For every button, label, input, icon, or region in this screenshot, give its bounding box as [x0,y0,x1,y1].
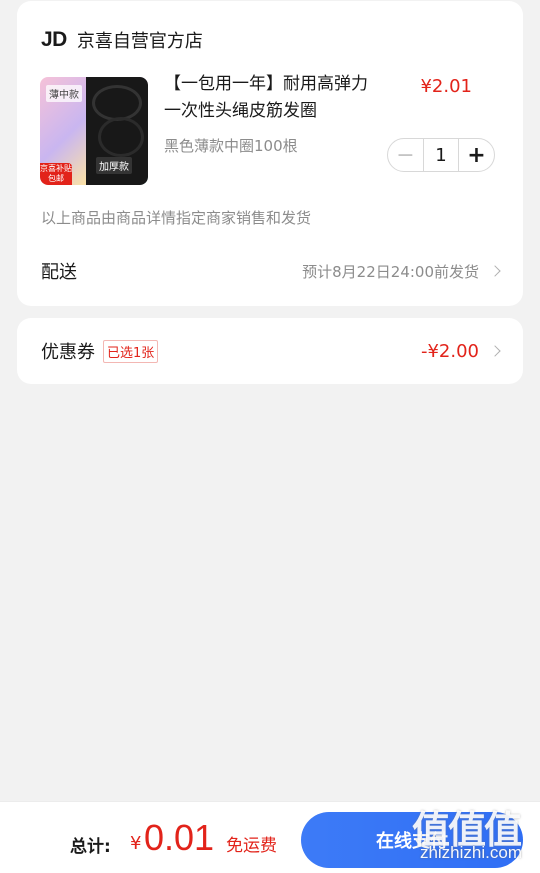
chevron-right-icon [489,345,501,357]
coupon-selected-tag: 已选1张 [103,339,159,363]
product-title[interactable]: 【一包用一年】耐用高弹力一次性头绳皮筋发圈 [164,71,382,125]
seller-note: 以上商品由商品详情指定商家销售和发货 [41,209,312,227]
product-spec: 黑色薄款中圈100根 [164,137,298,155]
store-header[interactable]: JD 京喜自营官方店 [41,27,203,53]
coupon-value: -¥2.00 [420,340,479,362]
coupon-left: 优惠券 已选1张 [41,338,159,364]
plus-icon[interactable]: + [459,139,494,171]
product-image[interactable]: 薄中款 加厚款 京喜补贴 包邮 [40,77,148,185]
delivery-value: 预计8月22日24:00前发货 [302,261,501,282]
coupon-right: -¥2.00 [420,340,501,362]
minus-icon[interactable]: − [388,139,423,171]
checkout-footer: 总计: ¥ 0.01 免运费 在线支付 [0,801,540,873]
quantity-value[interactable]: 1 [423,139,459,171]
coupon-card[interactable]: 优惠券 已选1张 -¥2.00 [17,318,523,384]
quantity-stepper: − 1 + [387,138,495,172]
image-tag-thin: 薄中款 [46,85,82,102]
total-label: 总计: [70,837,111,857]
coupon-label: 优惠券 [41,342,95,363]
coupon-row[interactable]: 优惠券 已选1张 -¥2.00 [41,336,501,366]
pay-online-button[interactable]: 在线支付 [301,812,523,868]
store-name[interactable]: 京喜自营官方店 [77,27,203,53]
chevron-right-icon [489,265,501,277]
free-shipping-label: 免运费 [226,836,277,856]
total-currency: ¥ [130,833,142,854]
delivery-label: 配送 [41,262,77,283]
product-price: ¥2.01 [420,76,472,97]
subsidy-badge: 京喜补贴 包邮 [40,163,72,185]
total-amount: 0.01 [144,817,215,858]
delivery-row[interactable]: 配送 预计8月22日24:00前发货 [41,256,501,286]
image-tag-thick: 加厚款 [96,157,132,174]
delivery-estimate: 预计8月22日24:00前发货 [302,262,479,281]
jd-logo-icon: JD [41,28,67,51]
store-card: JD 京喜自营官方店 薄中款 加厚款 京喜补贴 包邮 【一包用一年】耐用高弹力一… [17,1,523,306]
